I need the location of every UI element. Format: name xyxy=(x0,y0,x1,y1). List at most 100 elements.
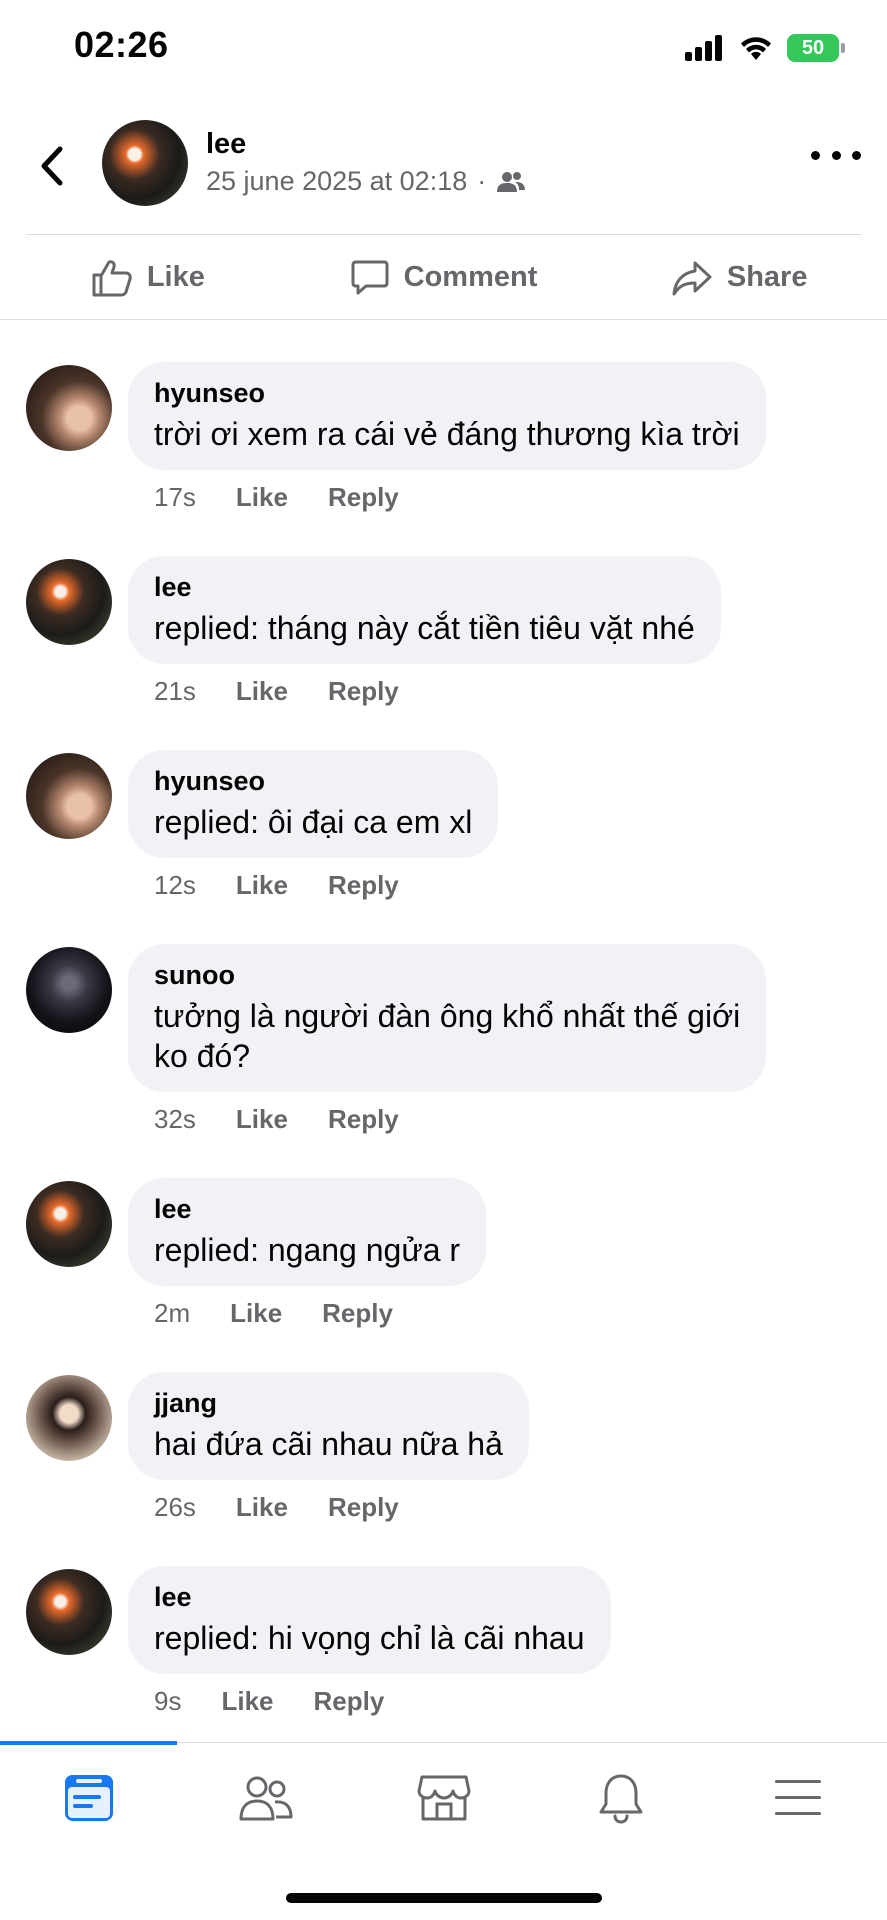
status-time: 02:26 xyxy=(74,24,169,65)
comment-icon xyxy=(351,260,389,294)
comment-text: replied: tháng này cắt tiền tiêu vặt nhé xyxy=(154,610,695,646)
comment-meta: 17s Like Reply xyxy=(154,482,399,513)
commenter-avatar[interactable] xyxy=(26,753,112,839)
post-meta: 25 june 2025 at 02:18 · xyxy=(206,166,526,197)
comment-bubble[interactable]: lee replied: hi vọng chỉ là cãi nhau xyxy=(128,1566,611,1674)
comment-text-line: ko đó? xyxy=(154,1038,251,1074)
comment-bubble[interactable]: hyunseo trời ơi xem ra cái vẻ đáng thươn… xyxy=(128,362,766,470)
tab-menu[interactable] xyxy=(710,1743,887,1852)
commenter-name[interactable]: lee xyxy=(154,1192,460,1226)
comment-like-button[interactable]: Like xyxy=(236,676,288,707)
wifi-icon xyxy=(741,37,771,60)
comment-bubble[interactable]: lee replied: tháng này cắt tiền tiêu vặt… xyxy=(128,556,721,664)
notifications-icon xyxy=(599,1774,643,1824)
header-divider xyxy=(26,234,861,235)
meta-separator: · xyxy=(477,166,487,196)
battery-icon: 50 xyxy=(787,34,845,62)
active-tab-indicator xyxy=(0,1741,177,1745)
thumbs-up-icon xyxy=(92,259,132,296)
commenter-avatar[interactable] xyxy=(26,1375,112,1461)
menu-icon xyxy=(775,1779,822,1815)
commenter-name[interactable]: hyunseo xyxy=(154,764,472,798)
tab-notifications[interactable] xyxy=(532,1743,709,1852)
comment-bubble[interactable]: jjang hai đứa cãi nhau nữa hả xyxy=(128,1372,529,1480)
commenter-avatar[interactable] xyxy=(26,559,112,645)
comment-reply-button[interactable]: Reply xyxy=(328,1104,399,1135)
comment-text: tưởng là người đàn ông khổ nhất thế giới… xyxy=(154,996,740,1076)
tab-feed[interactable] xyxy=(0,1743,177,1852)
comment-bubble[interactable]: hyunseo replied: ôi đại ca em xl xyxy=(128,750,499,858)
comment-reply-button[interactable]: Reply xyxy=(328,676,399,707)
share-label: Share xyxy=(726,261,808,293)
comment-time: 2m xyxy=(154,1298,191,1328)
commenter-avatar[interactable] xyxy=(26,1181,112,1267)
share-icon xyxy=(672,261,712,295)
more-dot xyxy=(811,150,820,160)
comment-like-button[interactable]: Like xyxy=(230,1298,282,1329)
comment-bubble[interactable]: lee replied: ngang ngửa r xyxy=(128,1178,487,1286)
friends-audience-icon xyxy=(497,171,526,192)
like-button[interactable]: Like xyxy=(0,236,296,319)
status-icons: 50 xyxy=(685,34,845,62)
back-button[interactable] xyxy=(30,138,74,194)
more-dot xyxy=(831,150,841,160)
comment-reply-button[interactable]: Reply xyxy=(314,1686,385,1717)
comment-reply-button[interactable]: Reply xyxy=(328,1492,399,1523)
comment-meta: 32s Like Reply xyxy=(154,1104,399,1135)
comment-text: trời ơi xem ra cái vẻ đáng thương kìa tr… xyxy=(154,416,740,452)
status-bar: 02:26 50 xyxy=(0,0,887,100)
comment-text: replied: hi vọng chỉ là cãi nhau xyxy=(154,1620,585,1656)
commenter-avatar[interactable] xyxy=(26,1569,112,1655)
comment-text: replied: ngang ngửa r xyxy=(154,1232,461,1268)
marketplace-icon xyxy=(417,1775,471,1820)
comment-like-button[interactable]: Like xyxy=(236,482,288,513)
comment-time: 9s xyxy=(154,1686,182,1716)
comment-meta: 9s Like Reply xyxy=(154,1686,384,1717)
more-options-button[interactable] xyxy=(811,140,861,170)
post-header: lee 25 june 2025 at 02:18 · xyxy=(0,110,887,236)
more-dot xyxy=(852,150,861,160)
commenter-name[interactable]: lee xyxy=(154,1580,585,1614)
commenter-name[interactable]: jjang xyxy=(154,1386,503,1420)
comment-like-button[interactable]: Like xyxy=(236,1104,288,1135)
author-name[interactable]: lee xyxy=(206,128,246,161)
commenter-name[interactable]: sunoo xyxy=(154,958,740,992)
commenter-name[interactable]: lee xyxy=(154,570,695,604)
comment-time: 32s xyxy=(154,1104,196,1134)
comment-time: 17s xyxy=(154,482,196,512)
comment-text-line: tưởng là người đàn ông khổ nhất thế giới xyxy=(154,998,741,1034)
tab-friends[interactable] xyxy=(177,1743,354,1852)
bottom-tab-bar xyxy=(0,1741,887,1852)
comment-meta: 26s Like Reply xyxy=(154,1492,399,1523)
commenter-name[interactable]: hyunseo xyxy=(154,376,740,410)
comment-text: hai đứa cãi nhau nữa hả xyxy=(154,1426,503,1462)
battery-level: 50 xyxy=(801,36,825,59)
post-action-bar: Like Comment Share xyxy=(0,236,887,320)
comment-time: 21s xyxy=(154,676,196,706)
comment-meta: 2m Like Reply xyxy=(154,1298,393,1329)
comment-reply-button[interactable]: Reply xyxy=(328,870,399,901)
back-arrow-icon xyxy=(41,146,63,186)
commenter-avatar[interactable] xyxy=(26,947,112,1033)
comment-like-button[interactable]: Like xyxy=(236,870,288,901)
commenter-avatar[interactable] xyxy=(26,365,112,451)
comment-reply-button[interactable]: Reply xyxy=(322,1298,393,1329)
comment-label: Comment xyxy=(403,261,538,293)
share-button[interactable]: Share xyxy=(591,236,887,319)
feed-icon xyxy=(64,1774,113,1821)
comment-meta: 21s Like Reply xyxy=(154,676,399,707)
tab-marketplace[interactable] xyxy=(355,1743,532,1852)
comment-like-button[interactable]: Like xyxy=(236,1492,288,1523)
comment-reply-button[interactable]: Reply xyxy=(328,482,399,513)
post-date: 25 june 2025 at 02:18 xyxy=(206,166,468,196)
comment-text: replied: ôi đại ca em xl xyxy=(154,804,473,840)
comment-button[interactable]: Comment xyxy=(296,236,592,319)
friends-icon xyxy=(239,1776,293,1820)
author-avatar[interactable] xyxy=(102,120,188,206)
signal-icon xyxy=(685,35,722,61)
home-indicator[interactable] xyxy=(286,1893,602,1903)
comment-bubble[interactable]: sunoo tưởng là người đàn ông khổ nhất th… xyxy=(128,944,767,1092)
like-label: Like xyxy=(146,261,205,293)
comment-meta: 12s Like Reply xyxy=(154,870,399,901)
comment-like-button[interactable]: Like xyxy=(221,1686,273,1717)
